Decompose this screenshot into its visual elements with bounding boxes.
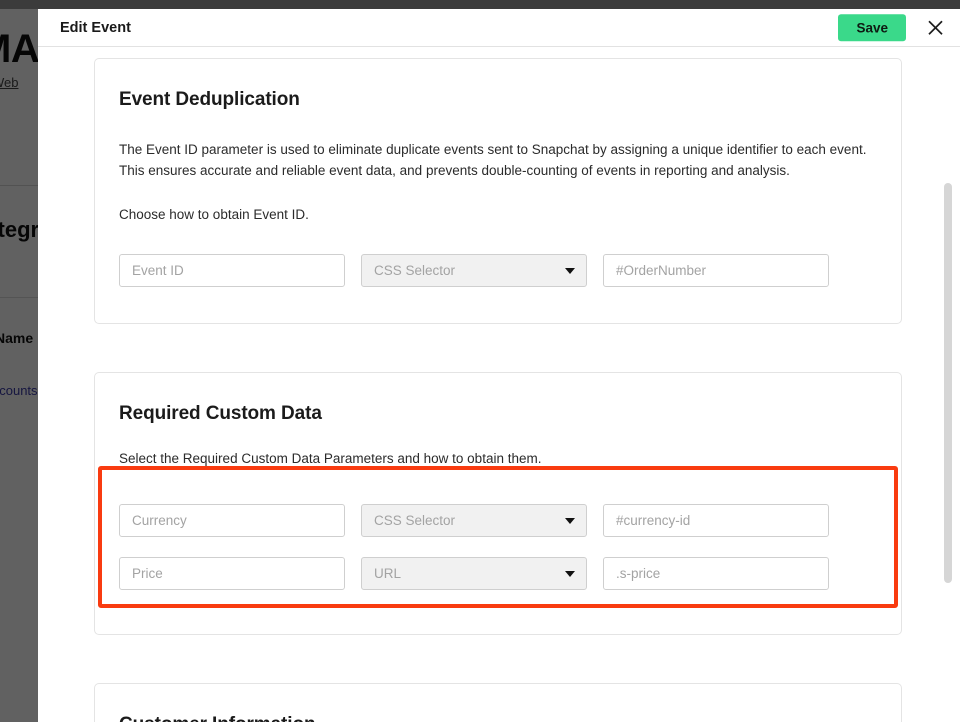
- method-select[interactable]: CSS SelectorURLJavaScript VariableData L…: [361, 504, 587, 537]
- parameter-name-input[interactable]: [119, 254, 345, 287]
- method-select-wrapper: CSS SelectorURLJavaScript VariableData L…: [361, 504, 587, 537]
- modal-header-actions: Save: [838, 13, 946, 42]
- parameter-row: CSS SelectorURLJavaScript VariableData L…: [119, 254, 877, 287]
- parameter-rows: CSS SelectorURLJavaScript VariableData L…: [119, 222, 877, 297]
- section-title: Event Deduplication: [119, 89, 300, 110]
- modal-header: Edit Event Save: [38, 9, 960, 47]
- parameter-target-input[interactable]: [603, 557, 829, 590]
- modal-scroll-body: Event Deduplication The Event ID paramete…: [38, 47, 960, 722]
- method-select[interactable]: CSS SelectorURLJavaScript VariableData L…: [361, 254, 587, 287]
- parameter-rows: CSS SelectorURLJavaScript VariableData L…: [98, 466, 898, 608]
- modal-content: Event Deduplication The Event ID paramete…: [38, 47, 960, 722]
- parameter-name-input[interactable]: [119, 504, 345, 537]
- close-icon[interactable]: [924, 17, 946, 39]
- section-subtitle: Select the Required Custom Data Paramete…: [119, 451, 542, 466]
- background-table-row-link: acounts: [0, 383, 38, 398]
- parameter-target-input[interactable]: [603, 254, 829, 287]
- section-title: Required Custom Data: [119, 403, 322, 424]
- parameter-target-input[interactable]: [603, 504, 829, 537]
- edit-event-modal: Edit Event Save Event Deduplication The E…: [38, 9, 960, 722]
- section-card-required-custom-data: Required Custom Data Select the Required …: [94, 372, 902, 635]
- parameter-name-input[interactable]: [119, 557, 345, 590]
- modal-scrollbar-thumb[interactable]: [944, 183, 952, 583]
- parameter-row: CSS SelectorURLJavaScript VariableData L…: [119, 504, 877, 537]
- background-table-column-name: Name: [0, 330, 34, 346]
- section-title: Customer Information: [119, 714, 877, 722]
- section-card-event-deduplication: Event Deduplication The Event ID paramete…: [94, 58, 902, 324]
- method-select[interactable]: CSS SelectorURLJavaScript VariableData L…: [361, 557, 587, 590]
- method-select-wrapper: CSS SelectorURLJavaScript VariableData L…: [361, 254, 587, 287]
- section-description: The Event ID parameter is used to elimin…: [119, 142, 867, 178]
- modal-scrollbar-track[interactable]: [944, 85, 952, 722]
- section-subtitle: Choose how to obtain Event ID.: [119, 207, 309, 222]
- browser-top-bar: [0, 0, 960, 9]
- parameter-row: CSS SelectorURLJavaScript VariableData L…: [119, 557, 877, 590]
- section-card-customer-information: Customer Information: [94, 683, 902, 722]
- save-button[interactable]: Save: [838, 13, 906, 42]
- modal-title: Edit Event: [60, 19, 131, 36]
- background-nav-link-web: Web: [0, 75, 19, 90]
- method-select-wrapper: CSS SelectorURLJavaScript VariableData L…: [361, 557, 587, 590]
